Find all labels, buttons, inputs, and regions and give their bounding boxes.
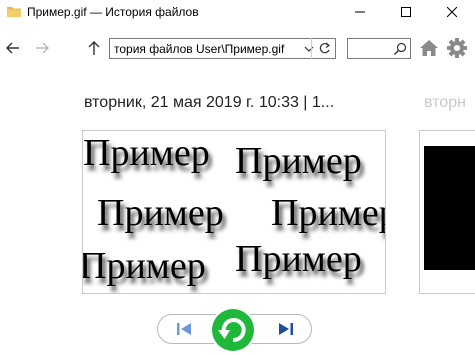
next-version-preview[interactable] bbox=[424, 146, 475, 270]
forward-arrow-icon[interactable] bbox=[33, 39, 51, 57]
restore-button[interactable] bbox=[209, 306, 257, 354]
next-version-button[interactable] bbox=[268, 318, 304, 340]
search-input[interactable] bbox=[347, 38, 411, 59]
back-arrow-icon[interactable] bbox=[4, 39, 22, 57]
home-icon[interactable] bbox=[419, 39, 439, 57]
next-version-icon bbox=[279, 323, 293, 335]
close-icon bbox=[447, 7, 457, 17]
preview-word: Пример bbox=[271, 192, 385, 234]
version-timestamp: вторник, 21 мая 2019 г. 10:33 | 1... bbox=[84, 94, 335, 111]
minimize-icon bbox=[355, 11, 365, 13]
preview-word: Пример bbox=[97, 192, 224, 234]
maximize-icon bbox=[401, 7, 411, 17]
next-version-timestamp[interactable]: вторн bbox=[424, 93, 466, 113]
address-text[interactable]: тория файлов User\Пример.gif bbox=[114, 42, 302, 56]
preview-word: Пример bbox=[83, 245, 206, 287]
gear-icon[interactable] bbox=[447, 38, 467, 58]
preview-word: Пример bbox=[235, 140, 362, 182]
refresh-button[interactable] bbox=[311, 38, 336, 59]
preview-word: Пример bbox=[83, 132, 210, 174]
close-button[interactable] bbox=[429, 0, 475, 24]
maximize-button[interactable] bbox=[383, 0, 429, 24]
minimize-button[interactable] bbox=[337, 0, 383, 24]
up-arrow-icon[interactable] bbox=[86, 39, 102, 57]
search-icon[interactable] bbox=[393, 42, 407, 56]
previous-version-button[interactable] bbox=[166, 318, 202, 340]
window-title: Пример.gif — История файлов bbox=[27, 5, 199, 19]
preview-image: Пример Пример Пример Пример Пример Приме… bbox=[83, 132, 385, 287]
previous-version-icon bbox=[177, 323, 191, 335]
file-preview[interactable]: Пример Пример Пример Пример Пример Приме… bbox=[82, 130, 386, 294]
address-bar[interactable]: тория файлов User\Пример.gif bbox=[109, 38, 336, 59]
preview-word: Пример bbox=[235, 238, 362, 280]
refresh-icon bbox=[319, 42, 330, 54]
folder-icon bbox=[7, 7, 21, 17]
